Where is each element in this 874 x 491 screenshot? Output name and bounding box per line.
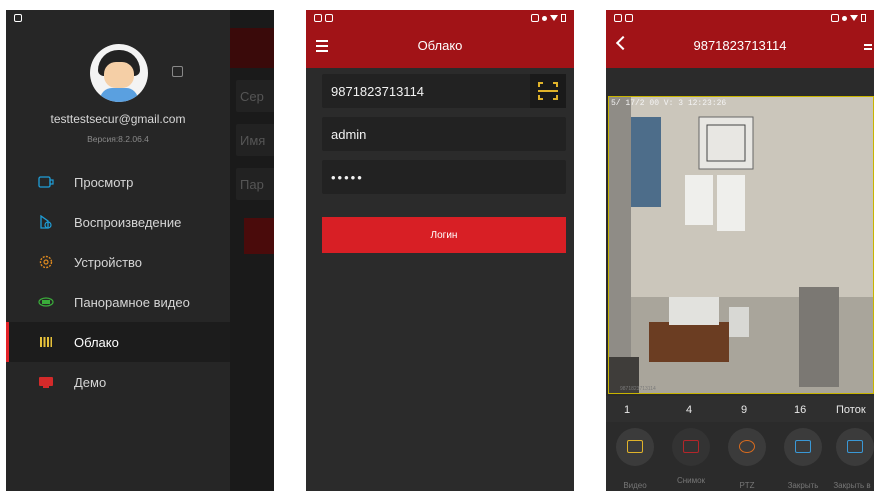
menu-item-playback[interactable]: Воспроизведение bbox=[6, 202, 230, 242]
snapshot-icon bbox=[683, 440, 699, 453]
avatar[interactable] bbox=[90, 44, 148, 102]
app-bar: Облако bbox=[306, 10, 574, 68]
qr-scan-button[interactable] bbox=[530, 74, 566, 108]
video-player[interactable]: 5/ 17/2 00 V: 3 12:23:26 bbox=[608, 96, 874, 394]
status-bar bbox=[606, 10, 874, 28]
split-option-4[interactable]: 4 bbox=[686, 404, 692, 416]
cloud-login-screen: Облако 9871823713114 admin ••••• Логин bbox=[306, 10, 574, 491]
tool-label: Видео bbox=[623, 481, 647, 490]
split-selector-bar bbox=[606, 396, 874, 422]
camera-label: 9871823713114 bbox=[620, 386, 656, 392]
app-version: Версия:8.2.06.4 bbox=[87, 134, 149, 144]
page-title: 9871823713114 bbox=[693, 38, 787, 53]
notification-icon bbox=[325, 14, 333, 22]
wifi-icon bbox=[550, 15, 558, 21]
edit-profile-icon[interactable] bbox=[172, 66, 183, 77]
close-all-button[interactable] bbox=[836, 428, 874, 466]
menu-item-cloud[interactable]: Облако bbox=[6, 322, 230, 362]
location-icon bbox=[842, 15, 847, 21]
panorama-360-icon bbox=[38, 297, 54, 307]
live-view-icon bbox=[38, 176, 54, 188]
camera-feed-image bbox=[609, 97, 873, 393]
close-all-icon bbox=[847, 440, 863, 453]
password-field[interactable]: ••••• bbox=[322, 160, 566, 194]
dimmed-button bbox=[244, 218, 274, 254]
menu-item-label: Воспроизведение bbox=[74, 214, 182, 230]
menu-item-label: Облако bbox=[74, 334, 119, 350]
snapshot-button[interactable] bbox=[672, 428, 710, 466]
ptz-button[interactable] bbox=[728, 428, 766, 466]
notification-icon bbox=[614, 14, 622, 22]
menu-item-device[interactable]: Устройство bbox=[6, 242, 230, 282]
close-window-icon bbox=[795, 440, 811, 453]
demo-icon bbox=[39, 377, 53, 388]
switch-icon[interactable] bbox=[864, 44, 872, 50]
dimmed-field: Пар bbox=[236, 168, 274, 200]
page-title: Облако bbox=[417, 38, 463, 53]
live-video-screen: 9871823713114 5/ 17/2 00 V: 3 12:23:26 9… bbox=[606, 10, 874, 491]
menu-item-label: Демо bbox=[74, 374, 107, 390]
dimmed-content-overlay[interactable]: Сер Имя Пар bbox=[230, 10, 274, 491]
device-gear-icon bbox=[39, 255, 53, 269]
status-bar bbox=[6, 10, 230, 28]
ptz-icon bbox=[739, 440, 755, 453]
split-option-9[interactable]: 9 bbox=[741, 404, 747, 416]
battery-icon bbox=[861, 14, 866, 22]
wifi-icon bbox=[850, 15, 858, 21]
login-button[interactable]: Логин bbox=[322, 217, 566, 253]
notification-icon bbox=[625, 14, 633, 22]
tool-label: Снимок bbox=[676, 476, 706, 485]
split-option-1[interactable]: 1 bbox=[624, 404, 630, 416]
serial-number-value: 9871823713114 bbox=[331, 84, 425, 99]
record-video-icon bbox=[627, 440, 643, 453]
cloud-icon bbox=[40, 337, 52, 347]
menu-item-panorama[interactable]: Панорамное видео bbox=[6, 282, 230, 322]
tool-label: Закрыть bbox=[787, 481, 819, 490]
tool-label: Закрыть в bbox=[833, 481, 871, 490]
video-timestamp: 5/ 17/2 00 V: 3 12:23:26 bbox=[611, 99, 727, 108]
menu-item-demo[interactable]: Демо bbox=[6, 362, 230, 402]
close-window-button[interactable] bbox=[784, 428, 822, 466]
menu-item-label: Панорамное видео bbox=[74, 294, 190, 310]
notification-icon bbox=[314, 14, 322, 22]
vibrate-icon bbox=[531, 14, 539, 22]
app-bar: 9871823713114 bbox=[606, 10, 874, 68]
location-icon bbox=[542, 15, 547, 21]
drawer-menu: Просмотр Воспроизведение Устройство Пано… bbox=[6, 162, 230, 402]
menu-item-label: Устройство bbox=[74, 254, 143, 270]
playback-icon bbox=[40, 215, 52, 229]
dimmed-field: Имя bbox=[236, 124, 274, 156]
serial-number-field[interactable]: 9871823713114 bbox=[322, 74, 566, 108]
stream-option[interactable]: Поток bbox=[836, 404, 866, 416]
user-email: testtestsecur@gmail.com bbox=[50, 112, 186, 126]
dimmed-field: Сер bbox=[236, 80, 274, 112]
notification-icon bbox=[14, 14, 22, 22]
menu-item-label: Просмотр bbox=[74, 174, 134, 190]
tool-label: PTZ bbox=[739, 481, 755, 490]
active-indicator bbox=[6, 322, 9, 362]
battery-icon bbox=[561, 14, 566, 22]
scan-icon bbox=[538, 82, 543, 87]
record-video-button[interactable] bbox=[616, 428, 654, 466]
menu-item-live-view[interactable]: Просмотр bbox=[6, 162, 230, 202]
split-option-16[interactable]: 16 bbox=[794, 404, 806, 416]
status-bar bbox=[306, 10, 574, 28]
side-menu-screen: Сер Имя Пар testtestsecur@gmail.com Верс… bbox=[6, 10, 274, 491]
dimmed-app-bar bbox=[230, 28, 274, 68]
navigation-drawer: testtestsecur@gmail.com Версия:8.2.06.4 … bbox=[6, 10, 230, 491]
vibrate-icon bbox=[831, 14, 839, 22]
username-field[interactable]: admin bbox=[322, 117, 566, 151]
